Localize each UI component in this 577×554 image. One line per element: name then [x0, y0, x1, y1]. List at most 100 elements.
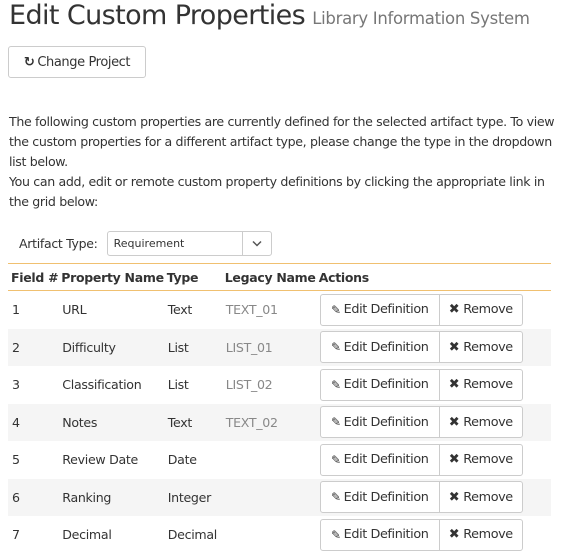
edit-definition-label: Edit Definition [343, 489, 429, 505]
actions-cell: ✎ Edit Definition ✖ Remove [315, 403, 551, 441]
change-project-label: Change Project [37, 54, 131, 70]
remove-label: Remove [463, 339, 513, 355]
column-header-actions: Actions [315, 263, 551, 291]
actions-cell: ✎ Edit Definition ✖ Remove [315, 328, 551, 366]
field-number: 7 [12, 527, 20, 543]
edit-definition-button[interactable]: ✎ Edit Definition [319, 406, 440, 439]
row-actions: ✎ Edit Definition ✖ Remove [319, 406, 523, 439]
column-header-type: Type [163, 263, 222, 291]
remove-label: Remove [463, 414, 513, 430]
remove-button[interactable]: ✖ Remove [438, 443, 523, 476]
edit-definition-label: Edit Definition [343, 414, 429, 430]
property-type: Text [167, 302, 193, 318]
field-number: 2 [8, 328, 59, 366]
actions-cell: ✎ Edit Definition ✖ Remove [316, 366, 551, 404]
legacy-name: TEXT_01 [225, 302, 278, 318]
row-actions: ✎ Edit Definition ✖ Remove [319, 331, 523, 364]
field-number: 5 [12, 452, 20, 468]
property-name: Decimal [62, 527, 112, 543]
remove-button[interactable]: ✖ Remove [438, 406, 523, 439]
edit-definition-button[interactable]: ✎ Edit Definition [319, 443, 440, 476]
legacy-name: LIST_01 [221, 328, 316, 366]
legacy-name [222, 516, 316, 554]
close-icon: ✖ [448, 377, 460, 393]
property-name: Notes [58, 403, 164, 441]
edit-definition-button[interactable]: ✎ Edit Definition [319, 518, 440, 551]
page-header: Edit Custom Properties Library Informati… [9, 0, 530, 31]
edit-definition-label: Edit Definition [343, 339, 429, 355]
edit-icon: ✎ [331, 340, 341, 355]
refresh-icon: ↻ [23, 54, 35, 70]
remove-button[interactable]: ✖ Remove [438, 518, 523, 551]
close-icon: ✖ [448, 452, 460, 468]
property-name: Review Date [62, 452, 139, 468]
remove-button[interactable]: ✖ Remove [438, 481, 523, 514]
row-actions: ✎ Edit Definition ✖ Remove [319, 443, 523, 476]
edit-icon: ✎ [331, 452, 341, 467]
remove-label: Remove [463, 527, 513, 543]
edit-icon: ✎ [331, 527, 341, 542]
row-actions: ✎ Edit Definition ✖ Remove [319, 481, 523, 514]
property-name: Difficulty [58, 328, 164, 366]
property-type: Text [163, 403, 222, 441]
edit-definition-button[interactable]: ✎ Edit Definition [319, 293, 440, 326]
legacy-name: LIST_02 [225, 377, 273, 393]
property-type: Integer [163, 478, 222, 516]
artifact-type-filter: Artifact Type: Requirement [19, 231, 272, 256]
edit-definition-button[interactable]: ✎ Edit Definition [319, 368, 440, 401]
edit-definition-label: Edit Definition [343, 302, 429, 318]
actions-cell: ✎ Edit Definition ✖ Remove [316, 291, 551, 329]
table-row: 2 Difficulty List LIST_01 ✎ Edit Definit… [8, 328, 551, 366]
row-actions: ✎ Edit Definition ✖ Remove [319, 518, 523, 551]
edit-definition-button[interactable]: ✎ Edit Definition [319, 331, 440, 364]
table-row: 7 Decimal Decimal ✎ Edit Definition ✖ Re… [8, 516, 551, 554]
property-type: Date [167, 452, 197, 468]
change-project-button[interactable]: ↻ Change Project [8, 46, 146, 78]
close-icon: ✖ [448, 489, 460, 505]
property-name: URL [62, 302, 87, 318]
edit-icon: ✎ [331, 490, 341, 505]
close-icon: ✖ [448, 414, 460, 430]
intro-paragraph-2: You can add, edit or remote custom prope… [9, 174, 545, 209]
legacy-name [221, 478, 316, 516]
actions-cell: ✎ Edit Definition ✖ Remove [315, 478, 551, 516]
custom-properties-grid: Field # Property Name Type Legacy Name A… [8, 263, 551, 554]
close-icon: ✖ [448, 339, 460, 355]
edit-definition-button[interactable]: ✎ Edit Definition [319, 481, 440, 514]
remove-label: Remove [463, 302, 513, 318]
field-number: 6 [8, 478, 59, 516]
actions-cell: ✎ Edit Definition ✖ Remove [316, 441, 551, 479]
property-type: Decimal [167, 527, 218, 543]
property-name: Classification [62, 377, 142, 393]
edit-icon: ✎ [331, 302, 341, 317]
artifact-type-dropdown[interactable]: Requirement [106, 231, 272, 256]
close-icon: ✖ [448, 302, 460, 318]
table-row: 6 Ranking Integer ✎ Edit Definition ✖ Re… [8, 478, 551, 516]
field-number: 1 [12, 302, 20, 318]
property-name: Ranking [58, 478, 164, 516]
actions-cell: ✎ Edit Definition ✖ Remove [316, 516, 551, 554]
table-row: 4 Notes Text TEXT_02 ✎ Edit Definition ✖… [8, 403, 551, 441]
remove-button[interactable]: ✖ Remove [438, 368, 523, 401]
property-type: List [167, 377, 189, 393]
remove-label: Remove [463, 452, 513, 468]
table-row: 5 Review Date Date ✎ Edit Definition ✖ R… [8, 441, 551, 479]
edit-definition-label: Edit Definition [343, 527, 429, 543]
chevron-down-icon[interactable] [241, 232, 271, 255]
close-icon: ✖ [448, 527, 460, 543]
artifact-type-value: Requirement [113, 237, 185, 250]
field-number: 3 [12, 377, 20, 393]
remove-button[interactable]: ✖ Remove [438, 293, 523, 326]
row-actions: ✎ Edit Definition ✖ Remove [319, 293, 523, 326]
table-row: 1 URL Text TEXT_01 ✎ Edit Definition ✖ R… [8, 291, 551, 329]
table-row: 3 Classification List LIST_02 ✎ Edit Def… [8, 366, 551, 404]
row-actions: ✎ Edit Definition ✖ Remove [319, 368, 523, 401]
remove-button[interactable]: ✖ Remove [438, 331, 523, 364]
column-header-field: Field # [8, 263, 59, 291]
legacy-name: TEXT_02 [221, 403, 316, 441]
legacy-name [222, 441, 316, 479]
remove-label: Remove [463, 489, 513, 505]
property-type: List [163, 328, 222, 366]
column-header-legacy-name: Legacy Name [221, 263, 316, 291]
edit-definition-label: Edit Definition [343, 377, 429, 393]
